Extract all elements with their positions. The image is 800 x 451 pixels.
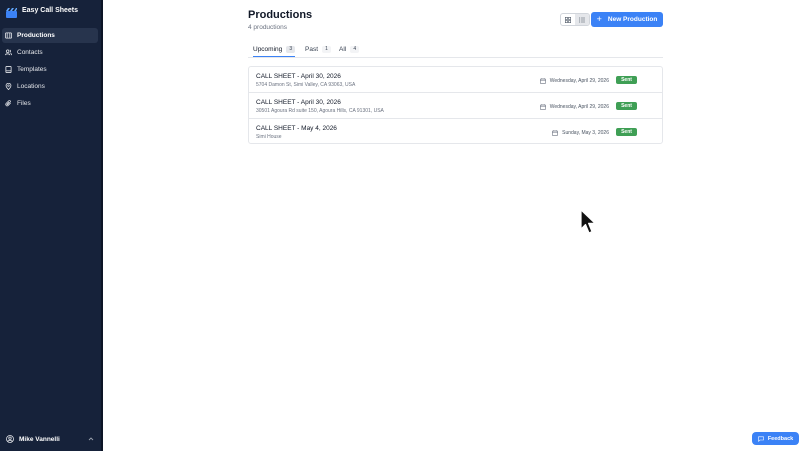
status-badge: Sent — [616, 102, 637, 110]
tab-all[interactable]: All 4 — [339, 42, 360, 56]
list-item[interactable]: CALL SHEET - May 4, 2026 Simi House Sund… — [249, 119, 662, 145]
main-content: Productions 4 productions + New Producti… — [103, 0, 800, 451]
sidebar-item-label: Locations — [17, 83, 45, 90]
page-title: Productions — [248, 9, 313, 21]
map-pin-icon — [5, 83, 12, 90]
mouse-cursor-icon — [580, 209, 598, 235]
tab-count: 4 — [350, 45, 360, 53]
sidebar-nav: Productions Contacts Templates Locations… — [2, 28, 98, 113]
production-tabs: Upcoming 3 Past 1 All 4 — [248, 42, 663, 58]
status-badge: Sent — [616, 128, 637, 136]
paperclip-icon — [5, 100, 12, 107]
production-location: 5704 Damon St, Simi Valley, CA 93063, US… — [256, 82, 356, 88]
date-text: Wednesday, April 29, 2026 — [549, 77, 609, 84]
list-icon — [579, 17, 585, 22]
grid-icon — [565, 16, 571, 23]
sidebar-item-templates[interactable]: Templates — [2, 62, 98, 77]
calendar-icon — [539, 103, 546, 110]
sidebar-item-label: Templates — [17, 66, 47, 73]
app-name: Easy Call Sheets — [22, 6, 79, 14]
calendar-icon — [552, 129, 559, 136]
production-title: CALL SHEET - April 30, 2026 — [256, 73, 341, 80]
sidebar-item-contacts[interactable]: Contacts — [2, 45, 98, 60]
status-badge: Sent — [616, 76, 637, 84]
users-icon — [5, 49, 12, 56]
production-title: CALL SHEET - May 4, 2026 — [256, 125, 337, 132]
book-icon — [5, 66, 12, 73]
date-text: Wednesday, April 29, 2026 — [549, 103, 609, 110]
grid-view-button[interactable] — [561, 14, 575, 25]
date-text: Sunday, May 3, 2026 — [562, 129, 609, 136]
tab-count: 3 — [286, 45, 296, 53]
feedback-label: Feedback — [767, 435, 794, 442]
tab-label: All — [339, 45, 347, 53]
new-production-label: New Production — [607, 16, 658, 23]
sidebar-item-locations[interactable]: Locations — [2, 79, 98, 94]
chat-bubble-icon — [758, 436, 764, 442]
sidebar-item-label: Productions — [17, 32, 55, 39]
production-location: Simi House — [256, 134, 282, 140]
chevron-up-icon[interactable] — [88, 436, 94, 442]
sidebar-item-productions[interactable]: Productions — [2, 28, 98, 43]
user-name: Mike Vannelli — [19, 435, 60, 443]
feedback-button[interactable]: Feedback — [752, 432, 799, 445]
tab-upcoming[interactable]: Upcoming 3 — [253, 42, 296, 57]
tab-label: Past — [305, 45, 319, 53]
sidebar-item-label: Contacts — [17, 49, 43, 56]
clapperboard-logo-icon — [6, 5, 17, 18]
production-date: Wednesday, April 29, 2026 — [539, 77, 609, 84]
list-item[interactable]: CALL SHEET - April 30, 2026 30501 Agoura… — [249, 93, 662, 119]
user-menu[interactable]: Mike Vannelli — [6, 433, 94, 445]
production-title: CALL SHEET - April 30, 2026 — [256, 99, 341, 106]
sidebar-item-files[interactable]: Files — [2, 96, 98, 111]
list-view-button[interactable] — [575, 14, 589, 25]
calendar-icon — [539, 77, 546, 84]
tab-count: 1 — [322, 45, 332, 53]
tab-past[interactable]: Past 1 — [305, 42, 332, 56]
production-date: Sunday, May 3, 2026 — [552, 129, 609, 136]
user-avatar-icon — [6, 435, 14, 443]
clapperboard-icon — [5, 32, 12, 39]
sidebar: Easy Call Sheets Productions Contacts Te… — [0, 0, 103, 451]
production-list: CALL SHEET - April 30, 2026 5704 Damon S… — [248, 66, 663, 144]
list-item[interactable]: CALL SHEET - April 30, 2026 5704 Damon S… — [249, 67, 662, 93]
page-subtitle: 4 productions — [248, 24, 288, 31]
production-location: 30501 Agoura Rd suite 150, Agoura Hills,… — [256, 108, 384, 114]
production-date: Wednesday, April 29, 2026 — [539, 103, 609, 110]
plus-icon: + — [596, 14, 602, 24]
sidebar-item-label: Files — [17, 100, 31, 107]
new-production-button[interactable]: + New Production — [591, 12, 663, 27]
tab-label: Upcoming — [253, 45, 283, 53]
view-toggle — [560, 13, 590, 26]
brand[interactable]: Easy Call Sheets — [6, 5, 79, 18]
